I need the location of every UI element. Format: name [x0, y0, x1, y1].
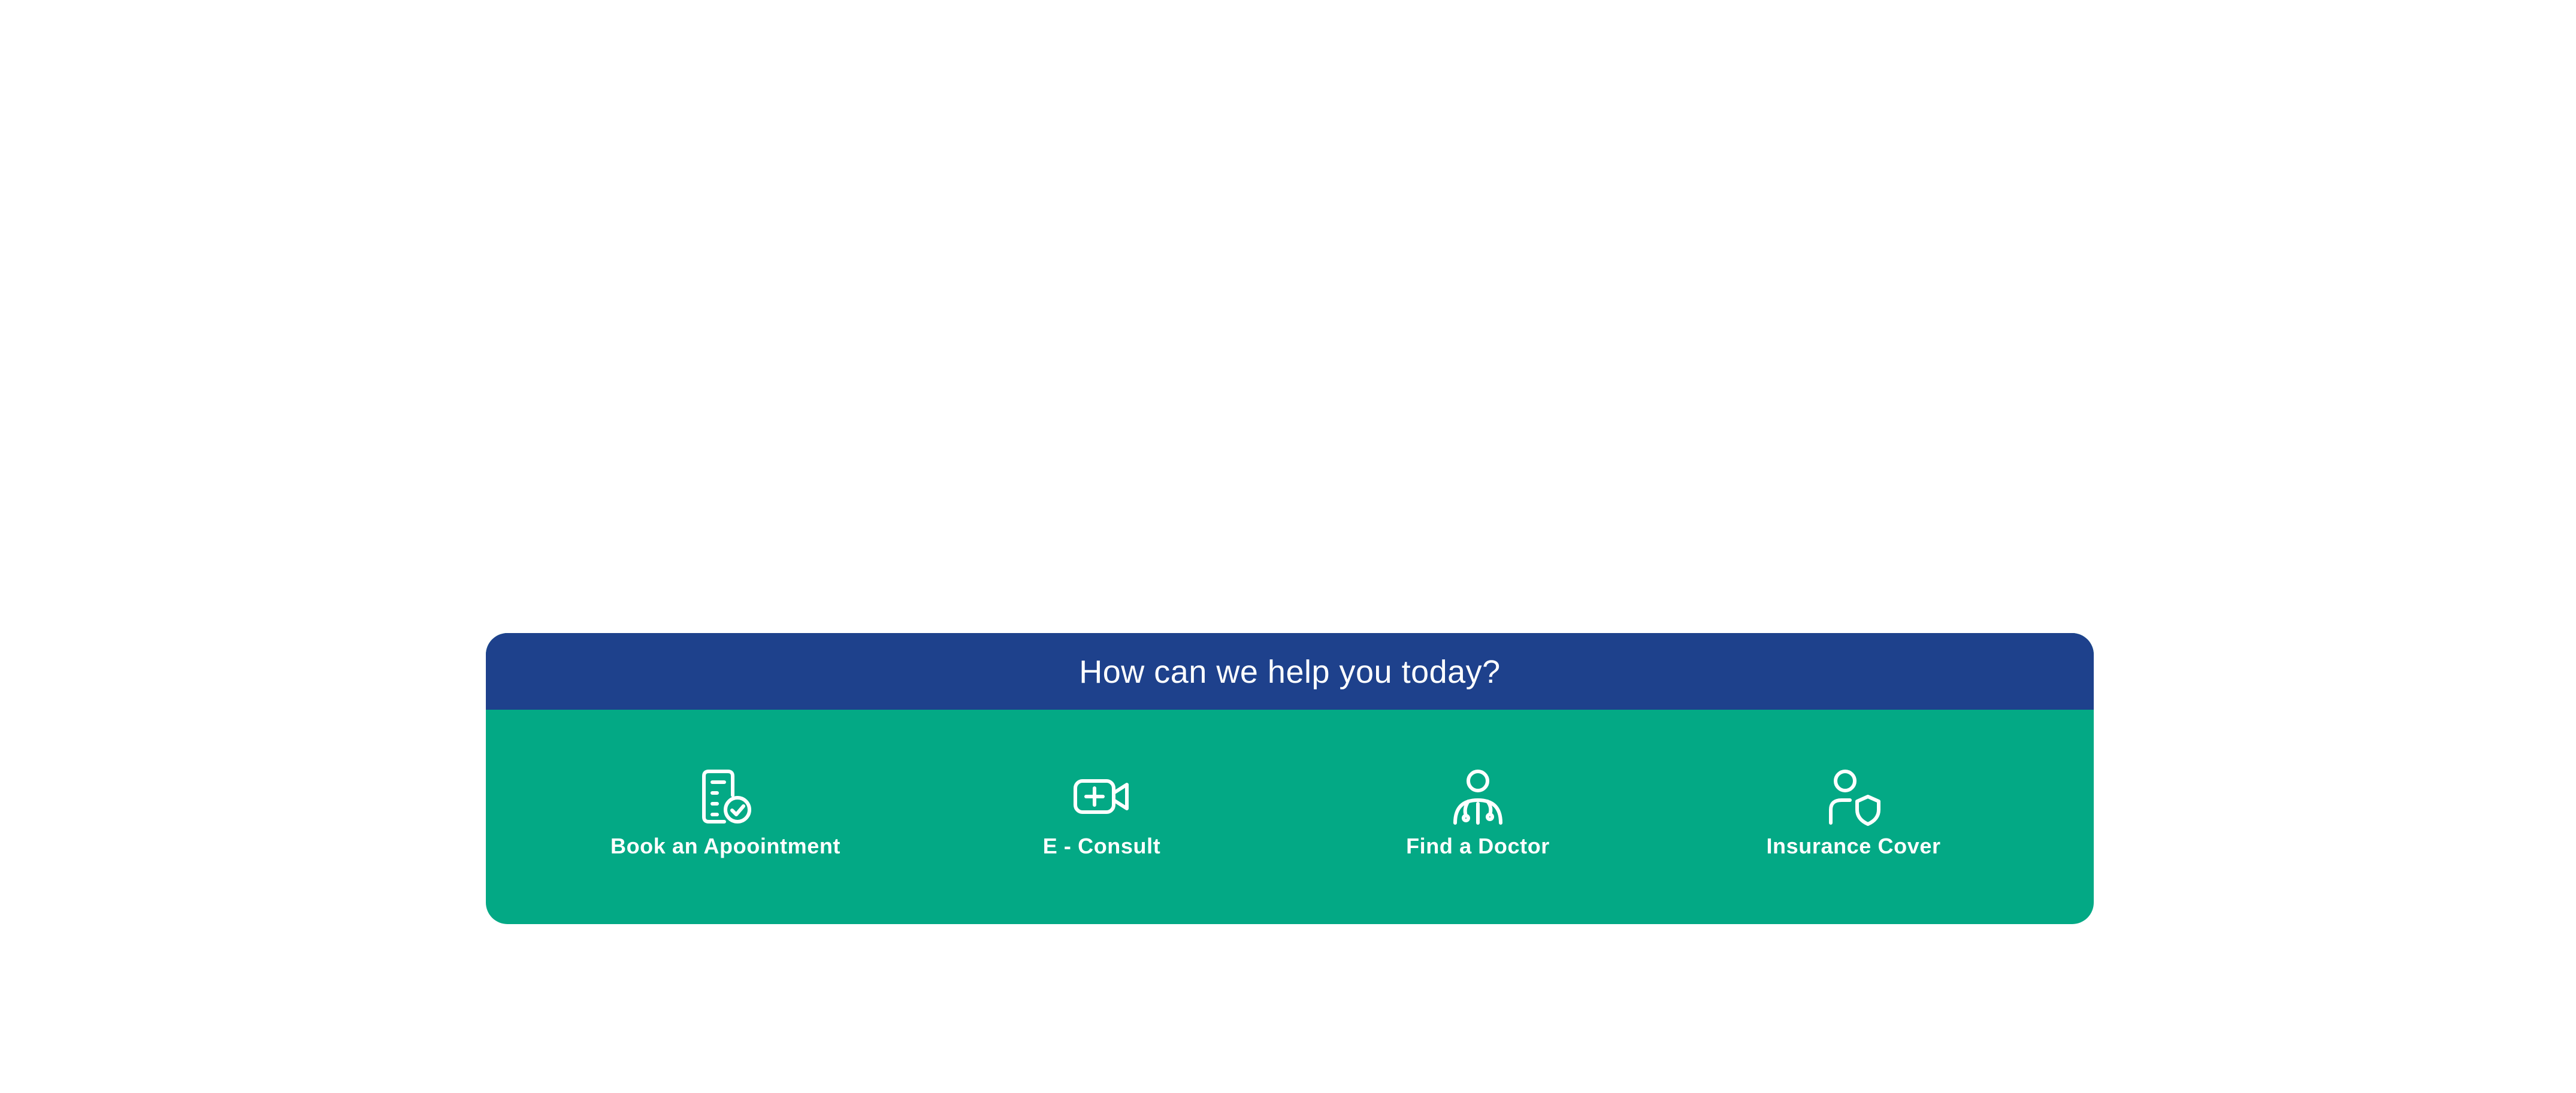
help-header: How can we help you today?	[486, 633, 2094, 710]
find-doctor-button[interactable]: Find a Doctor	[1322, 767, 1634, 859]
book-appointment-label: Book an Apoointment	[610, 834, 841, 858]
book-appointment-button[interactable]: Book an Apoointment	[570, 767, 881, 859]
find-doctor-label: Find a Doctor	[1406, 834, 1550, 858]
appointment-document-check-icon	[696, 767, 755, 826]
help-title: How can we help you today?	[1079, 654, 1501, 690]
insurance-cover-label: Insurance Cover	[1766, 834, 1941, 858]
help-card: How can we help you today? Book an Apooi…	[486, 633, 2094, 924]
e-consult-label: E - Consult	[1042, 834, 1161, 858]
insurance-cover-button[interactable]: Insurance Cover	[1698, 767, 2009, 859]
e-consult-button[interactable]: E - Consult	[946, 767, 1257, 859]
user-shield-icon	[1824, 767, 1883, 826]
doctor-stethoscope-icon	[1448, 767, 1508, 826]
help-actions: Book an Apoointment E - Consult Find a D…	[486, 710, 2094, 924]
video-camera-plus-icon	[1072, 767, 1132, 826]
